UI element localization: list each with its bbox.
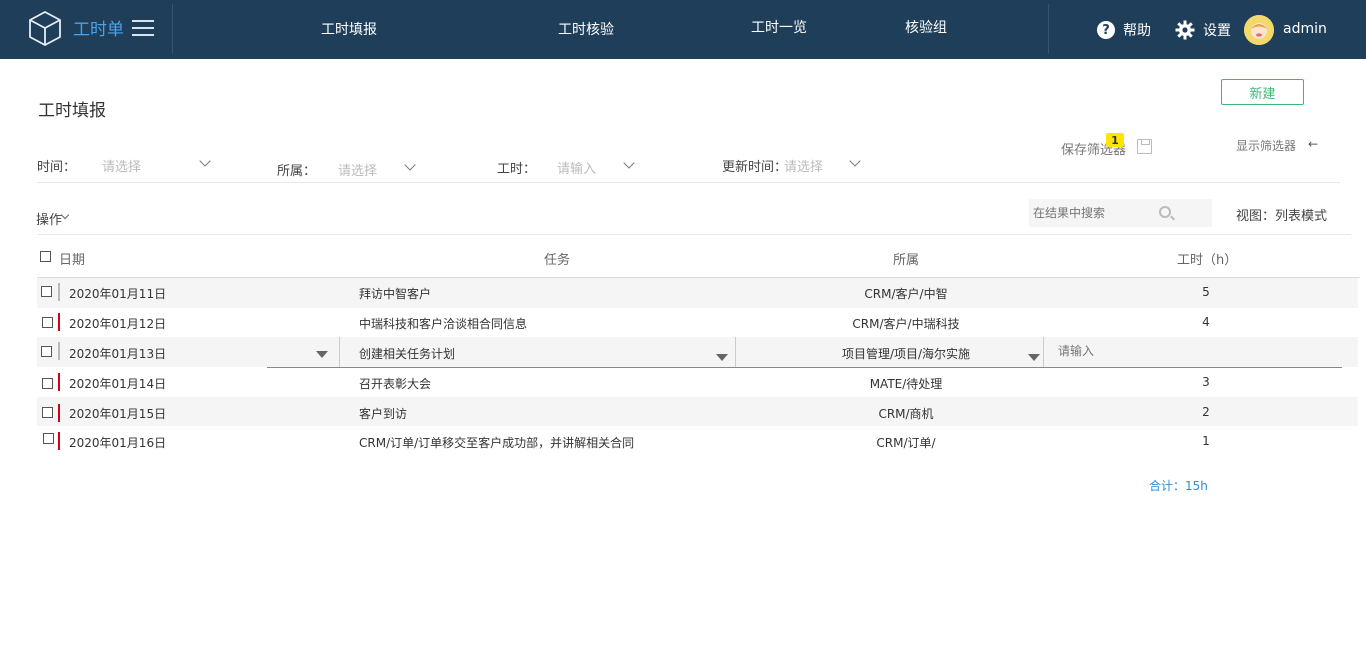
- table-row[interactable]: [37, 308, 1358, 338]
- cell-divider: [1043, 337, 1044, 367]
- filter-count-badge: 1: [1106, 133, 1124, 147]
- table-row[interactable]: [37, 426, 1358, 456]
- total-hours: 合计：15h: [1149, 479, 1208, 493]
- row-task: 客户到访: [359, 407, 408, 421]
- column-header-date: 日期: [59, 253, 86, 268]
- search-icon[interactable]: [1159, 206, 1171, 218]
- chevron-down-icon[interactable]: [199, 155, 211, 167]
- row-belongs: MATE/待处理: [869, 377, 943, 391]
- toolbar-divider: [37, 234, 1351, 235]
- row-checkbox[interactable]: [42, 317, 53, 328]
- header-divider: [1048, 4, 1049, 54]
- row-hours: 2: [1202, 405, 1210, 419]
- app-title: 工时单: [73, 20, 124, 40]
- row-task: 召开表彰大会: [359, 377, 432, 391]
- filter-time-select[interactable]: 请选择: [102, 156, 141, 175]
- nav-item-verify-hours[interactable]: 工时核验: [558, 20, 614, 40]
- row-hours: 4: [1202, 315, 1210, 329]
- view-label: 视图：: [1236, 209, 1276, 224]
- settings-label: 设置: [1203, 23, 1231, 39]
- view-mode-value[interactable]: 列表模式: [1275, 209, 1327, 224]
- column-header-task: 任务: [544, 253, 571, 268]
- row-task: 中瑞科技和客户洽谈相合同信息: [359, 317, 528, 331]
- row-checkbox[interactable]: [43, 433, 54, 444]
- operations-dropdown[interactable]: 操作: [36, 209, 62, 228]
- row-checkbox[interactable]: [42, 378, 53, 389]
- row-date: 2020年01月12日: [69, 317, 167, 331]
- filter-divider: [37, 182, 1340, 183]
- row-task-select[interactable]: 创建相关任务计划: [359, 345, 455, 362]
- row-checkbox[interactable]: [41, 346, 52, 357]
- row-checkbox[interactable]: [42, 407, 53, 418]
- page-title: 工时填报: [38, 101, 106, 121]
- cell-divider: [339, 337, 340, 367]
- header-divider: [172, 4, 173, 54]
- new-button[interactable]: 新建: [1221, 79, 1304, 105]
- row-belongs: CRM/商机: [878, 407, 934, 421]
- arrow-left-icon[interactable]: ←: [1308, 137, 1318, 151]
- row-marker: [58, 373, 60, 391]
- row-marker: [58, 313, 60, 331]
- column-header-hours: 工时（h）: [1177, 253, 1238, 268]
- filter-hours-input[interactable]: 请输入: [557, 158, 596, 177]
- row-task: CRM/订单/订单移交至客户成功部，并讲解相关合同: [359, 436, 635, 450]
- filter-belongs-select[interactable]: 请选择: [338, 160, 377, 179]
- gear-icon: [1175, 20, 1195, 40]
- avatar[interactable]: [1244, 15, 1274, 45]
- row-hours: 3: [1202, 375, 1210, 389]
- row-task: 拜访中智客户: [359, 287, 432, 301]
- show-filter-button[interactable]: 显示筛选器: [1236, 137, 1296, 154]
- row-date: 2020年01月11日: [69, 287, 167, 301]
- menu-toggle-icon[interactable]: [132, 20, 154, 36]
- top-bar: 工时单 工时填报 工时核验 工时一览 核验组 ? 帮助 设置 admin: [0, 0, 1366, 59]
- chevron-down-icon[interactable]: [623, 157, 635, 169]
- row-hours: 5: [1202, 285, 1210, 299]
- row-checkbox[interactable]: [41, 286, 52, 297]
- row-date: 2020年01月16日: [69, 436, 167, 450]
- row-marker: [58, 432, 60, 450]
- column-header-belongs: 所属: [893, 253, 920, 268]
- row-belongs: CRM/客户/中瑞科技: [852, 317, 960, 331]
- filter-time-label: 时间：: [37, 160, 77, 175]
- filter-hours-label: 工时：: [497, 162, 537, 177]
- table-row[interactable]: [37, 397, 1358, 427]
- row-belongs: CRM/客户/中智: [864, 287, 948, 301]
- row-marker: [58, 404, 60, 422]
- user-avatar-icon: [1244, 15, 1274, 45]
- nav-item-fill-hours[interactable]: 工时填报: [321, 20, 377, 40]
- chevron-down-icon[interactable]: [60, 210, 70, 220]
- dropdown-arrow-icon[interactable]: [316, 351, 328, 358]
- chevron-down-icon[interactable]: [849, 155, 861, 167]
- nav-item-verify-group[interactable]: 核验组: [905, 18, 947, 38]
- row-hours-input[interactable]: [1047, 338, 1287, 364]
- nav-item-hours-overview[interactable]: 工时一览: [751, 18, 807, 38]
- save-icon[interactable]: [1137, 139, 1152, 154]
- row-date: 2020年01月14日: [69, 377, 167, 391]
- view-mode-selector[interactable]: 视图：列表模式: [1236, 205, 1327, 224]
- row-marker: [58, 283, 60, 301]
- select-all-checkbox[interactable]: [40, 251, 51, 262]
- user-name[interactable]: admin: [1283, 21, 1327, 37]
- row-date-select[interactable]: 2020年01月13日: [69, 345, 166, 362]
- dropdown-arrow-icon[interactable]: [716, 354, 728, 361]
- chevron-down-icon[interactable]: [404, 159, 416, 171]
- cell-divider: [735, 337, 736, 367]
- table-row[interactable]: [37, 278, 1358, 308]
- row-hours: 1: [1202, 434, 1210, 448]
- settings-button[interactable]: 设置: [1175, 19, 1231, 41]
- filter-updated-label: 更新时间：: [722, 160, 788, 175]
- filter-belongs-label: 所属：: [277, 164, 317, 179]
- table-row[interactable]: [37, 368, 1358, 398]
- search-input[interactable]: [1029, 199, 1212, 227]
- question-icon: ?: [1097, 21, 1115, 39]
- row-belongs: CRM/订单/: [876, 436, 936, 450]
- cube-logo-icon: [29, 10, 61, 46]
- dropdown-arrow-icon[interactable]: [1028, 354, 1040, 361]
- row-marker: [58, 342, 60, 360]
- filter-updated-select[interactable]: 请选择: [784, 156, 823, 175]
- help-label: 帮助: [1123, 23, 1151, 39]
- row-date: 2020年01月15日: [69, 407, 167, 421]
- help-button[interactable]: ? 帮助: [1097, 19, 1151, 41]
- row-belongs-select[interactable]: 项目管理/项目/海尔实施: [842, 345, 970, 362]
